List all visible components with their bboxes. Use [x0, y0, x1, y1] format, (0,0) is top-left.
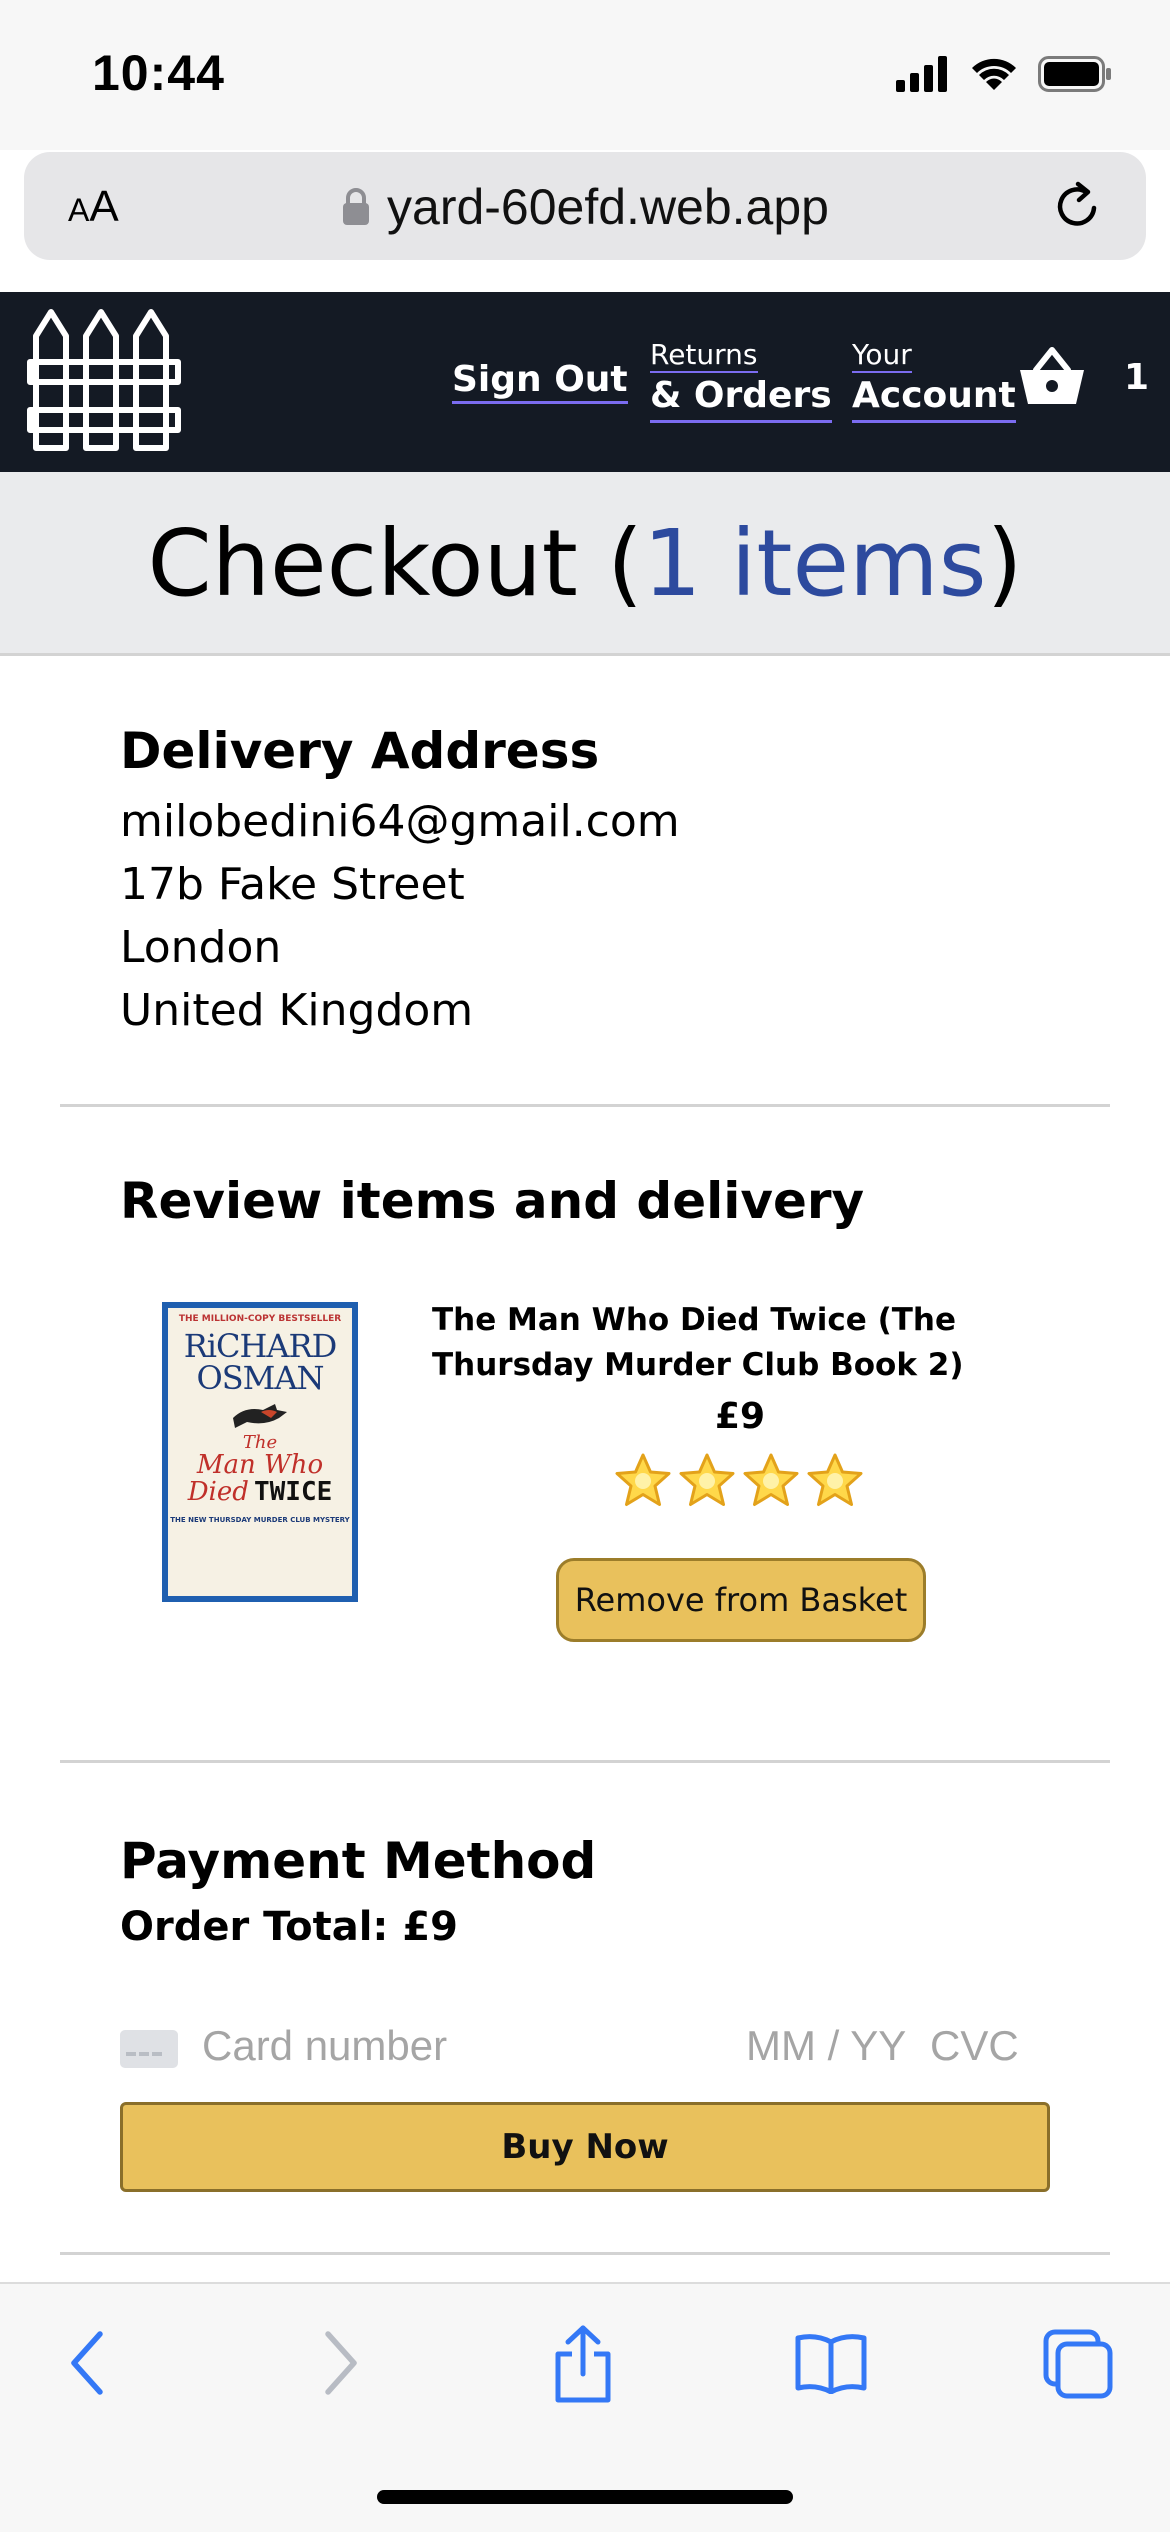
delivery-heading: Delivery Address [120, 722, 600, 780]
address-city: London [120, 922, 282, 973]
returns-orders-link[interactable]: Returns & Orders [650, 338, 832, 423]
remove-from-basket-button[interactable]: Remove from Basket [556, 1558, 926, 1642]
order-total: Order Total: £9 [120, 1904, 459, 1950]
address-bar[interactable]: AA yard-60efd.web.app [24, 152, 1146, 260]
lock-icon [343, 188, 370, 225]
site-header: Sign Out Returns & Orders Your Account 1 [0, 292, 1170, 472]
product-price: £9 [714, 1396, 766, 1437]
tabs-icon[interactable] [1042, 2328, 1114, 2400]
star-icon [743, 1453, 799, 1506]
reload-icon[interactable] [1050, 178, 1106, 234]
account-label: Account [852, 373, 1016, 423]
review-heading: Review items and delivery [120, 1172, 865, 1230]
product-title[interactable]: The Man Who Died Twice (The Thursday Mur… [432, 1298, 1072, 1388]
expiry-field[interactable]: MM / YY [746, 2022, 906, 2070]
basket-count: 1 [1124, 356, 1150, 398]
url-display[interactable]: yard-60efd.web.app [24, 178, 1146, 236]
star-icon [807, 1453, 863, 1506]
bookmarks-icon[interactable] [794, 2332, 868, 2394]
star-icon [679, 1453, 735, 1506]
your-label: Your [852, 338, 912, 373]
basket-button[interactable]: 1 [1018, 346, 1149, 408]
forward-icon[interactable] [318, 2328, 364, 2398]
status-time: 10:44 [92, 45, 225, 101]
item-count: 1 items [643, 510, 987, 617]
sign-out-link[interactable]: Sign Out [452, 358, 628, 405]
url-text: yard-60efd.web.app [387, 179, 829, 235]
star-icon [615, 1453, 671, 1506]
orders-label: & Orders [650, 373, 832, 423]
star-rating [614, 1452, 864, 1510]
back-icon[interactable] [64, 2328, 110, 2398]
divider [60, 1104, 1110, 1107]
credit-card-icon [120, 2030, 178, 2068]
buy-now-button[interactable]: Buy Now [120, 2102, 1050, 2192]
cellular-signal-icon [896, 56, 947, 92]
cvc-field[interactable]: CVC [930, 2022, 1019, 2070]
status-bar: 10:44 [0, 0, 1170, 150]
divider [60, 2252, 1110, 2255]
fox-icon [233, 1403, 287, 1428]
basket-icon [1020, 347, 1084, 404]
address-country: United Kingdom [120, 985, 474, 1036]
account-link[interactable]: Your Account [852, 338, 1016, 423]
home-indicator [377, 2490, 793, 2504]
share-icon[interactable] [550, 2324, 616, 2404]
address-street: 17b Fake Street [120, 859, 465, 910]
book-cover-image: THE MILLION-COPY BESTSELLER RiCHARD OSMA… [162, 1302, 358, 1602]
checkout-title-bar: Checkout (1 items) [0, 472, 1170, 656]
address-email: milobedini64@gmail.com [120, 796, 680, 847]
divider [60, 1760, 1110, 1763]
card-input[interactable]: Card number MM / YY CVC [120, 2020, 1020, 2076]
card-number-field[interactable]: Card number [202, 2022, 447, 2070]
battery-icon [1038, 56, 1111, 92]
returns-label: Returns [650, 338, 758, 373]
page-title: Checkout (1 items) [147, 510, 1023, 617]
status-icons [896, 52, 1112, 96]
fence-logo-icon[interactable] [26, 298, 186, 458]
payment-heading: Payment Method [120, 1832, 597, 1890]
wifi-icon [972, 58, 1016, 90]
